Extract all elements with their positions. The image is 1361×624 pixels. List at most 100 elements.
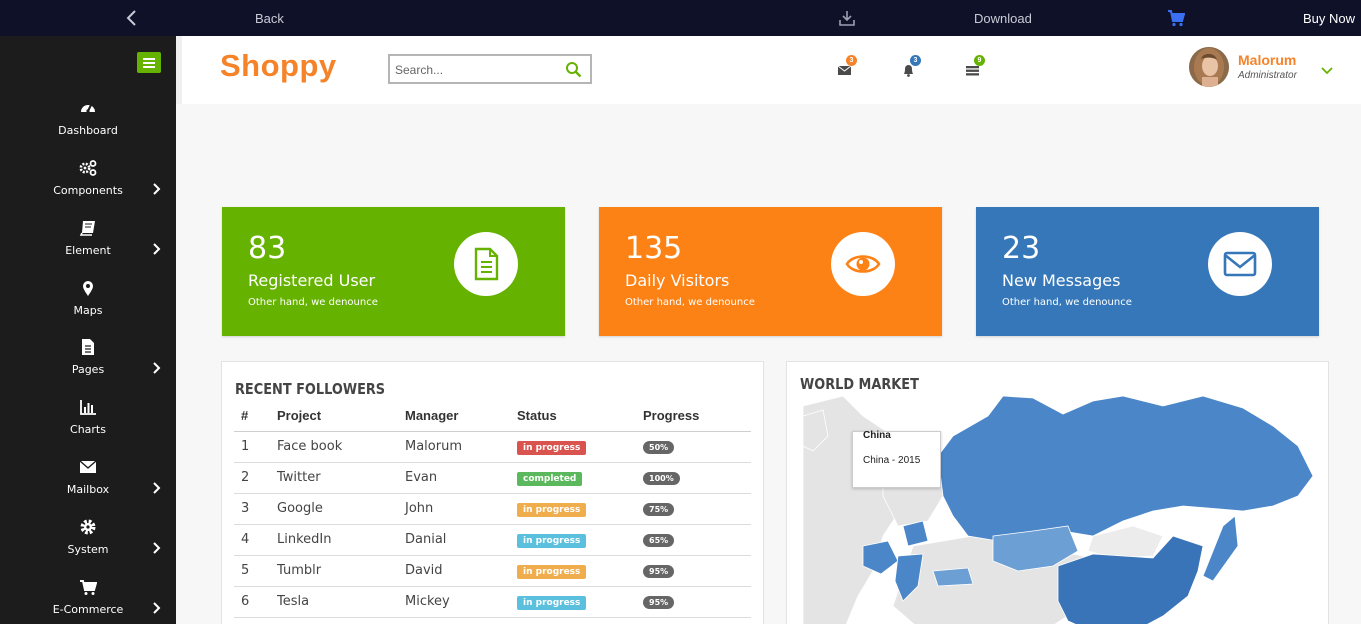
stat-icon-circle	[831, 232, 895, 296]
status-cell: completed	[510, 462, 636, 494]
column-header: Project	[270, 400, 398, 432]
chevron-right-icon	[153, 243, 161, 255]
status-cell: in progress	[510, 431, 636, 463]
menu-toggle-button[interactable]	[137, 52, 161, 73]
search-icon[interactable]	[565, 61, 582, 78]
row-number: 4	[234, 524, 270, 556]
sidebar-item-label: E-Commerce	[52, 603, 124, 616]
messages-badge: 3	[846, 55, 857, 66]
followers-table: # Project Manager Status Progress 1 Face …	[234, 400, 751, 618]
tasks-button[interactable]: 9	[965, 55, 985, 78]
sidebar-item-mailbox[interactable]: Mailbox	[0, 458, 176, 514]
sidebar-item-label: Components	[53, 184, 123, 197]
sidebar-item-label: Pages	[71, 363, 105, 376]
sidebar: Dashboard Components Element Maps Pages …	[0, 36, 176, 624]
stat-value: 135	[625, 231, 683, 266]
status-badge: completed	[517, 471, 583, 486]
stat-subtitle: Other hand, we denounce	[625, 297, 755, 308]
file-icon	[82, 339, 94, 355]
cart-icon[interactable]	[1167, 9, 1185, 27]
table-row[interactable]: 2 Twitter Evan completed 100%	[234, 462, 751, 494]
manager-name: David	[398, 555, 510, 587]
top-bar: Back Download Buy Now	[0, 0, 1361, 36]
table-row[interactable]: 6 Tesla Mickey in progress 95%	[234, 586, 751, 618]
project-name: Tumblr	[270, 555, 398, 587]
table-row[interactable]: 1 Face book Malorum in progress 50%	[234, 431, 751, 463]
stat-title: Daily Visitors	[625, 271, 730, 290]
sidebar-item-label: Maps	[73, 304, 103, 317]
back-link[interactable]: Back	[255, 11, 284, 26]
progress-cell: 100%	[636, 462, 751, 494]
notifications-button[interactable]: 3	[901, 55, 921, 78]
progress-badge: 95%	[643, 565, 675, 578]
table-row[interactable]: 3 Google John in progress 75%	[234, 493, 751, 525]
status-cell: in progress	[510, 493, 636, 525]
dashboard-icon	[81, 104, 95, 113]
logo[interactable]: Shoppy	[220, 48, 337, 84]
sidebar-item-pages[interactable]: Pages	[0, 338, 176, 394]
project-name: LinkedIn	[270, 524, 398, 556]
download-icon[interactable]	[838, 9, 856, 27]
status-cell: in progress	[510, 524, 636, 556]
chevron-left-icon[interactable]	[124, 9, 140, 27]
stat-subtitle: Other hand, we denounce	[248, 297, 378, 308]
chevron-right-icon	[153, 542, 161, 554]
manager-name: Malorum	[398, 431, 510, 463]
world-map[interactable]: China China - 2015	[803, 396, 1315, 624]
manager-name: Evan	[398, 462, 510, 494]
messages-button[interactable]: 3	[837, 55, 857, 78]
sidebar-item-charts[interactable]: Charts	[0, 398, 176, 454]
cart-icon	[80, 580, 97, 595]
status-badge: in progress	[517, 440, 587, 455]
row-number: 3	[234, 493, 270, 525]
panel-title: RECENT FOLLOWERS	[235, 380, 386, 398]
project-name: Face book	[270, 431, 398, 463]
project-name: Google	[270, 493, 398, 525]
sidebar-item-label: Charts	[70, 423, 106, 436]
map-region-europe	[902, 520, 929, 547]
sidebar-item-components[interactable]: Components	[0, 159, 176, 215]
download-link[interactable]: Download	[974, 11, 1032, 26]
row-number: 2	[234, 462, 270, 494]
sidebar-item-dashboard[interactable]: Dashboard	[0, 99, 176, 155]
manager-name: John	[398, 493, 510, 525]
notifications-badge: 3	[910, 55, 921, 66]
eye-icon	[845, 255, 881, 273]
sidebar-item-maps[interactable]: Maps	[0, 279, 176, 335]
stat-card-new-messages[interactable]: 23 New Messages Other hand, we denounce	[976, 207, 1319, 336]
table-row[interactable]: 4 LinkedIn Danial in progress 65%	[234, 524, 751, 556]
buy-now-link[interactable]: Buy Now	[1303, 11, 1355, 26]
status-cell: in progress	[510, 586, 636, 618]
stat-card-registered-users[interactable]: 83 Registered User Other hand, we denoun…	[222, 207, 565, 336]
table-row[interactable]: 5 Tumblr David in progress 95%	[234, 555, 751, 587]
avatar[interactable]	[1189, 47, 1229, 87]
progress-cell: 65%	[636, 524, 751, 556]
user-name[interactable]: Malorum	[1238, 52, 1296, 68]
progress-cell: 75%	[636, 493, 751, 525]
column-header: Status	[510, 400, 636, 432]
sidebar-item-element[interactable]: Element	[0, 219, 176, 275]
sidebar-item-system[interactable]: System	[0, 518, 176, 574]
project-name: Tesla	[270, 586, 398, 618]
search-box	[388, 54, 592, 84]
sidebar-item-label: Dashboard	[58, 124, 118, 137]
stat-card-daily-visitors[interactable]: 135 Daily Visitors Other hand, we denoun…	[599, 207, 942, 336]
progress-cell: 95%	[636, 586, 751, 618]
sidebar-item-ecommerce[interactable]: E-Commerce	[0, 578, 176, 624]
avatar-image	[1189, 47, 1229, 87]
stat-icon-circle	[1208, 232, 1272, 296]
map-region-europe	[932, 567, 974, 587]
chevron-right-icon	[153, 362, 161, 374]
status-badge: in progress	[517, 533, 587, 548]
map-region-russia	[937, 396, 1314, 542]
world-market-panel: WORLD MARKET China China - 2015	[786, 361, 1329, 624]
chevron-down-icon[interactable]	[1320, 66, 1334, 76]
search-input[interactable]	[395, 61, 555, 79]
stat-value: 83	[248, 231, 287, 266]
chevron-right-icon	[153, 482, 161, 494]
book-icon	[79, 221, 95, 236]
map-region-japan	[1202, 515, 1239, 582]
map-tooltip: China China - 2015	[852, 430, 941, 488]
progress-badge: 75%	[643, 503, 675, 516]
gear-icon	[80, 519, 96, 535]
